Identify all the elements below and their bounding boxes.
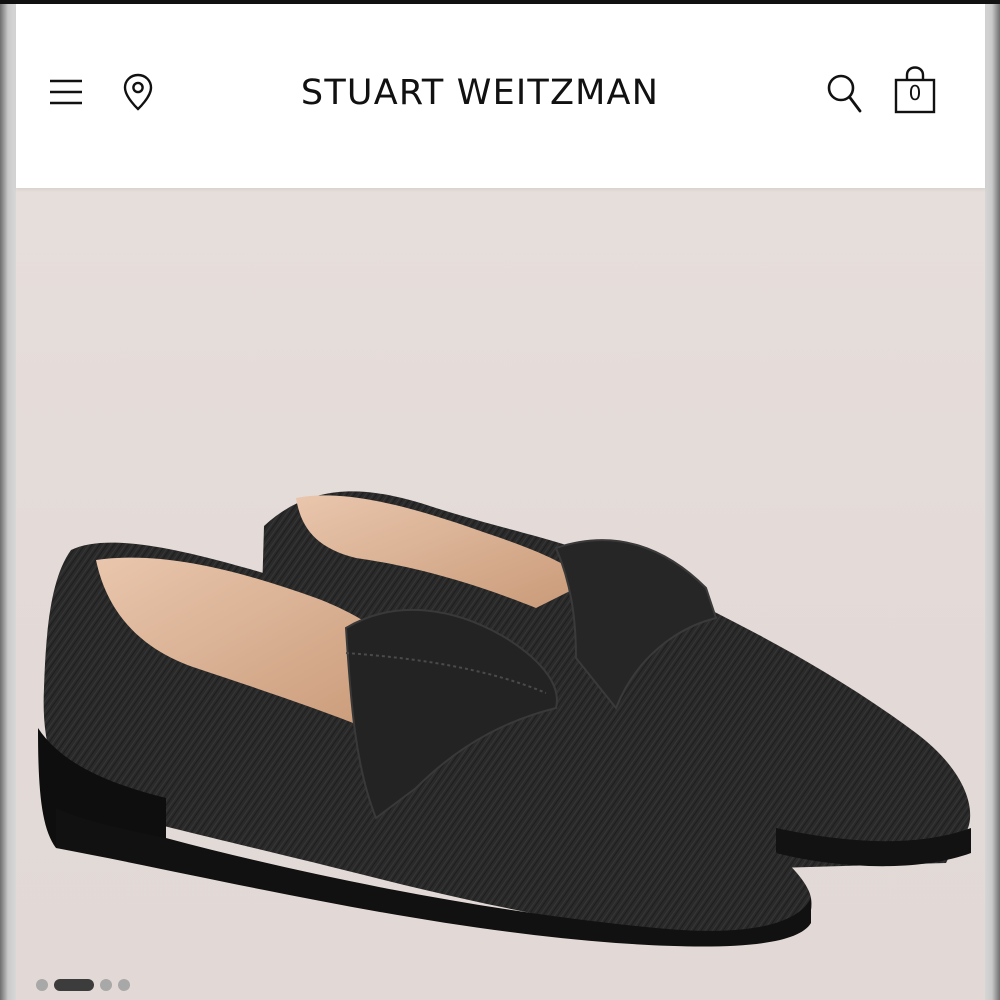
bag-item-count: 0 [908, 81, 922, 105]
brand-logo[interactable]: STUART WEITZMAN [200, 68, 760, 118]
hamburger-menu-icon [50, 79, 82, 105]
product-image [38, 491, 971, 947]
product-image-gallery[interactable] [16, 188, 985, 1000]
location-pin-icon [123, 73, 153, 111]
gallery-dot-2[interactable] [54, 979, 94, 991]
gallery-dot-3[interactable] [100, 979, 112, 991]
store-locator-button[interactable] [118, 70, 158, 114]
gallery-dot-1[interactable] [36, 979, 48, 991]
search-button[interactable] [822, 70, 866, 116]
gallery-dot-4[interactable] [118, 979, 130, 991]
search-icon [827, 74, 862, 113]
shopping-bag-button[interactable]: 0 [892, 66, 938, 116]
gallery-pagination [36, 978, 130, 992]
menu-button[interactable] [46, 72, 86, 112]
